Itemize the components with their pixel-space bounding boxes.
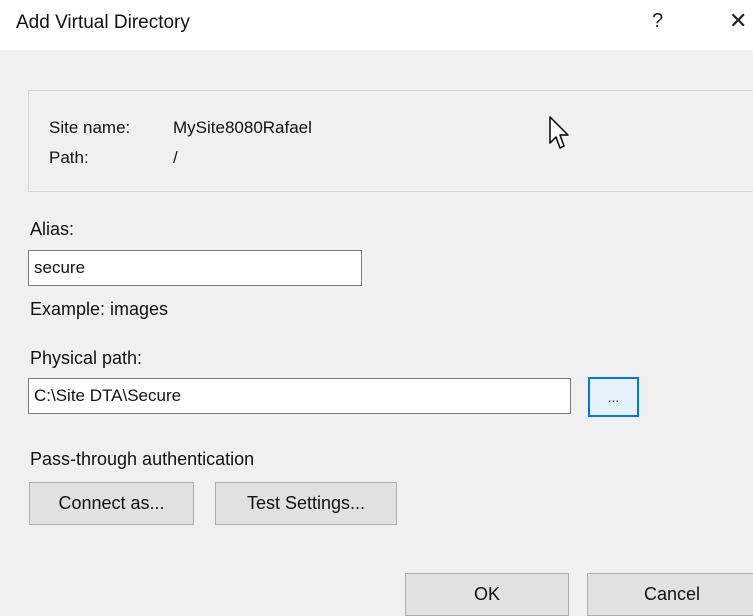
- ok-button[interactable]: OK: [405, 573, 569, 616]
- close-button[interactable]: ✕: [729, 8, 747, 34]
- mouse-pointer-icon: [549, 116, 569, 149]
- dialog-title: Add Virtual Directory: [16, 12, 190, 33]
- cancel-button[interactable]: Cancel: [587, 573, 753, 616]
- pass-through-authentication-label: Pass-through authentication: [30, 449, 255, 469]
- path-value: /: [173, 148, 178, 167]
- alias-input[interactable]: [28, 250, 362, 286]
- site-info-panel: Site name: MySite8080Rafael Path: /: [28, 90, 753, 192]
- site-name-value: MySite8080Rafael: [173, 118, 312, 137]
- physical-path-input[interactable]: [28, 378, 571, 414]
- physical-path-label: Physical path:: [30, 348, 143, 368]
- connect-as-button[interactable]: Connect as...: [29, 482, 194, 525]
- add-virtual-directory-dialog: Add Virtual Directory ? ✕ Site name: MyS…: [0, 0, 753, 616]
- site-name-label: Site name:: [49, 118, 131, 137]
- browse-button[interactable]: ...: [588, 377, 639, 417]
- help-button[interactable]: ?: [652, 10, 663, 33]
- alias-example-text: Example: images: [30, 299, 169, 319]
- test-settings-button[interactable]: Test Settings...: [215, 482, 397, 525]
- alias-label: Alias:: [30, 219, 75, 239]
- title-bar: Add Virtual Directory ? ✕: [0, 0, 753, 50]
- path-label: Path:: [49, 148, 89, 167]
